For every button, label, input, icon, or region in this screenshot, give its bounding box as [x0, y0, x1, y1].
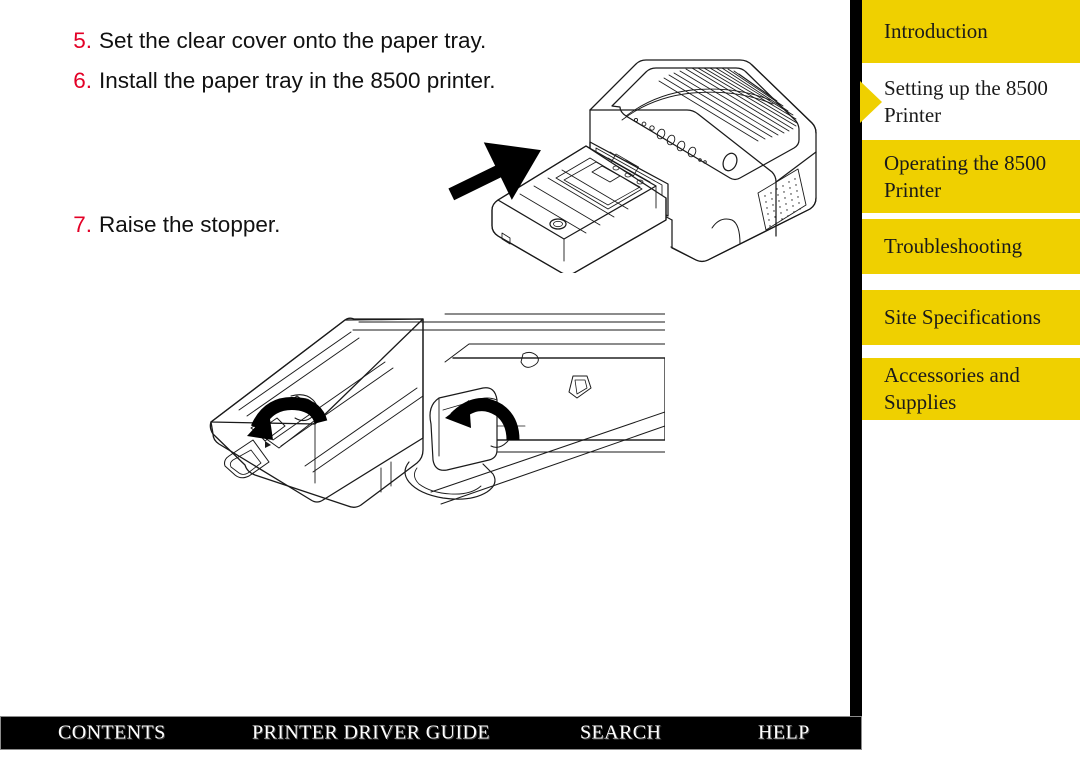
stopper-raise-illustration [195, 300, 666, 535]
guide-page: 5. Set the clear cover onto the paper tr… [0, 0, 1080, 784]
section-navigation: Introduction Setting up the 8500 Printer… [860, 0, 1080, 440]
nav-item-setting-up-the-8500-printer[interactable]: Setting up the 8500 Printer [860, 63, 1080, 140]
contents-link[interactable]: CONTENTS [58, 722, 166, 745]
nav-item-troubleshooting[interactable]: Troubleshooting [862, 219, 1080, 274]
selected-section-arrow-icon [860, 80, 882, 123]
nav-item-site-specifications[interactable]: Site Specifications [862, 290, 1080, 345]
nav-item-label: Introduction [884, 19, 988, 43]
nav-item-label: Accessories and Supplies [884, 363, 1020, 414]
nav-item-operating-the-8500-printer[interactable]: Operating the 8500 Printer [862, 140, 1080, 213]
nav-item-label: Troubleshooting [884, 234, 1023, 258]
step-number: 5. [73, 28, 92, 53]
step-text: Install the paper tray in the 8500 print… [99, 68, 496, 93]
nav-item-accessories-and-supplies[interactable]: Accessories and Supplies [862, 358, 1080, 420]
nav-item-label: Operating the 8500 Printer [884, 150, 1047, 202]
printer-driver-guide-link[interactable]: PRINTER DRIVER GUIDE [252, 722, 490, 745]
step-text: Raise the stopper. [99, 212, 281, 237]
search-link[interactable]: SEARCH [580, 722, 661, 745]
nav-item-label: Site Specifications [884, 305, 1041, 329]
bottom-navigation-bar: CONTENTS PRINTER DRIVER GUIDE SEARCH HEL… [0, 716, 862, 750]
step-number: 7. [73, 212, 92, 237]
step-number: 6. [73, 68, 92, 93]
help-link[interactable]: HELP [758, 722, 810, 745]
printer-tray-install-illustration [440, 48, 840, 276]
nav-item-label: Setting up the 8500 Printer [884, 75, 1048, 127]
step-text: Set the clear cover onto the paper tray. [99, 28, 487, 53]
nav-item-introduction[interactable]: Introduction [862, 0, 1080, 63]
content-area: 5. Set the clear cover onto the paper tr… [0, 0, 850, 716]
